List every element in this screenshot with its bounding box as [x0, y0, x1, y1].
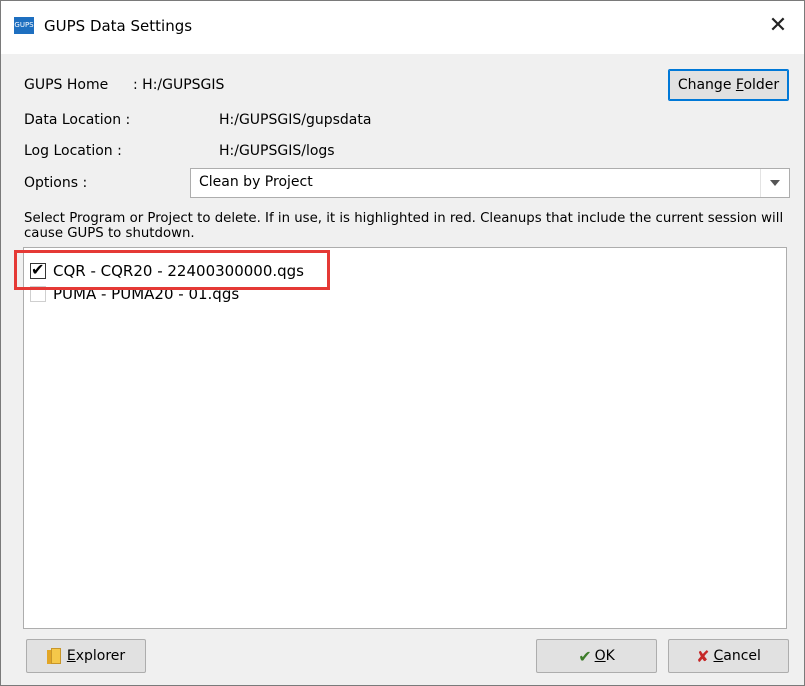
folder-icon: [46, 648, 61, 664]
options-selected-value: Clean by Project: [199, 174, 313, 190]
chevron-down-icon[interactable]: [760, 169, 789, 197]
gups-home-value: : H:/GUPSGIS: [133, 77, 225, 93]
options-label: Options :: [24, 175, 88, 191]
explorer-button[interactable]: Explorer: [26, 639, 146, 673]
cancel-x-icon: ✘: [696, 646, 710, 666]
ok-button[interactable]: ✔ OK: [536, 639, 657, 673]
close-icon[interactable]: ✕: [760, 10, 796, 42]
dialog-window: GUPS GUPS Data Settings ✕ GUPS Home : H:…: [0, 0, 805, 686]
cancel-button[interactable]: ✘ Cancel: [668, 639, 789, 673]
red-highlight-annotation: [14, 250, 330, 290]
cancel-label: Cancel: [713, 648, 761, 664]
ok-label: OK: [594, 648, 615, 664]
project-list[interactable]: ✔ CQR - CQR20 - 22400300000.qgs PUMA - P…: [23, 247, 787, 629]
gups-home-label: GUPS Home: [24, 77, 109, 93]
log-location-value: H:/GUPSGIS/logs: [219, 143, 335, 159]
change-folder-label: Change Folder: [677, 77, 780, 93]
window-title: GUPS Data Settings: [44, 17, 193, 35]
title-bar: GUPS GUPS Data Settings ✕: [1, 1, 804, 54]
ok-check-icon: ✔: [578, 646, 592, 666]
data-location-value: H:/GUPSGIS/gupsdata: [219, 112, 372, 128]
change-folder-button[interactable]: Change Folder: [668, 69, 789, 101]
data-location-label: Data Location :: [24, 112, 131, 128]
log-location-label: Log Location :: [24, 143, 122, 159]
explorer-label: Explorer: [66, 648, 126, 664]
gups-app-icon: GUPS: [14, 17, 34, 34]
instructions-text: Select Program or Project to delete. If …: [24, 211, 784, 241]
options-select[interactable]: Clean by Project: [190, 168, 790, 198]
